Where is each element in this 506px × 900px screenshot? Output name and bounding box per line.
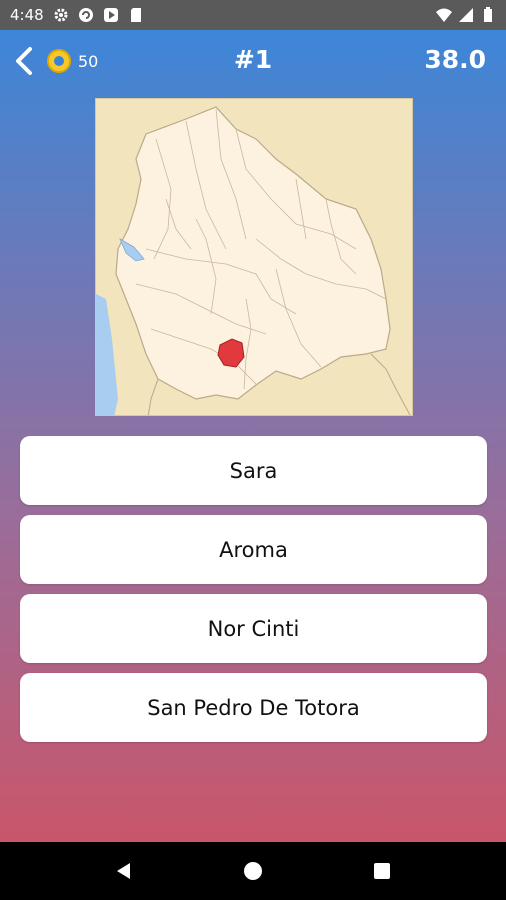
status-time: 4:48 — [10, 6, 44, 24]
battery-icon — [480, 7, 496, 23]
settings-icon — [53, 7, 69, 23]
nav-home-button[interactable] — [233, 851, 273, 891]
signal-icon — [458, 7, 474, 23]
sd-card-icon — [128, 7, 144, 23]
timer: 38.0 — [424, 45, 486, 74]
bolivia-map — [96, 106, 411, 415]
nav-recents-button[interactable] — [362, 851, 402, 891]
wifi-icon — [436, 7, 452, 23]
navigation-bar — [0, 842, 506, 900]
answer-list: Sara Aroma Nor Cinti San Pedro De Totora — [20, 436, 487, 752]
status-bar: 4:48 — [0, 0, 506, 30]
map-image — [95, 98, 413, 416]
quiz-screen: 50 #1 38.0 Sara Aroma Nor Cinti San Pedr… — [0, 30, 506, 842]
answer-button-4[interactable]: San Pedro De Totora — [20, 673, 487, 742]
play-store-icon — [103, 7, 119, 23]
answer-button-2[interactable]: Aroma — [20, 515, 487, 584]
border-line — [147, 378, 159, 415]
home-icon — [243, 862, 262, 880]
nav-back-button[interactable] — [104, 851, 144, 891]
sync-icon — [78, 7, 94, 23]
quiz-header: 50 #1 38.0 — [0, 30, 506, 92]
answer-button-1[interactable]: Sara — [20, 436, 487, 505]
border-line — [370, 353, 411, 415]
answer-button-3[interactable]: Nor Cinti — [20, 594, 487, 663]
back-icon — [117, 863, 131, 879]
ocean-shape — [96, 294, 118, 415]
recents-icon — [373, 863, 390, 879]
